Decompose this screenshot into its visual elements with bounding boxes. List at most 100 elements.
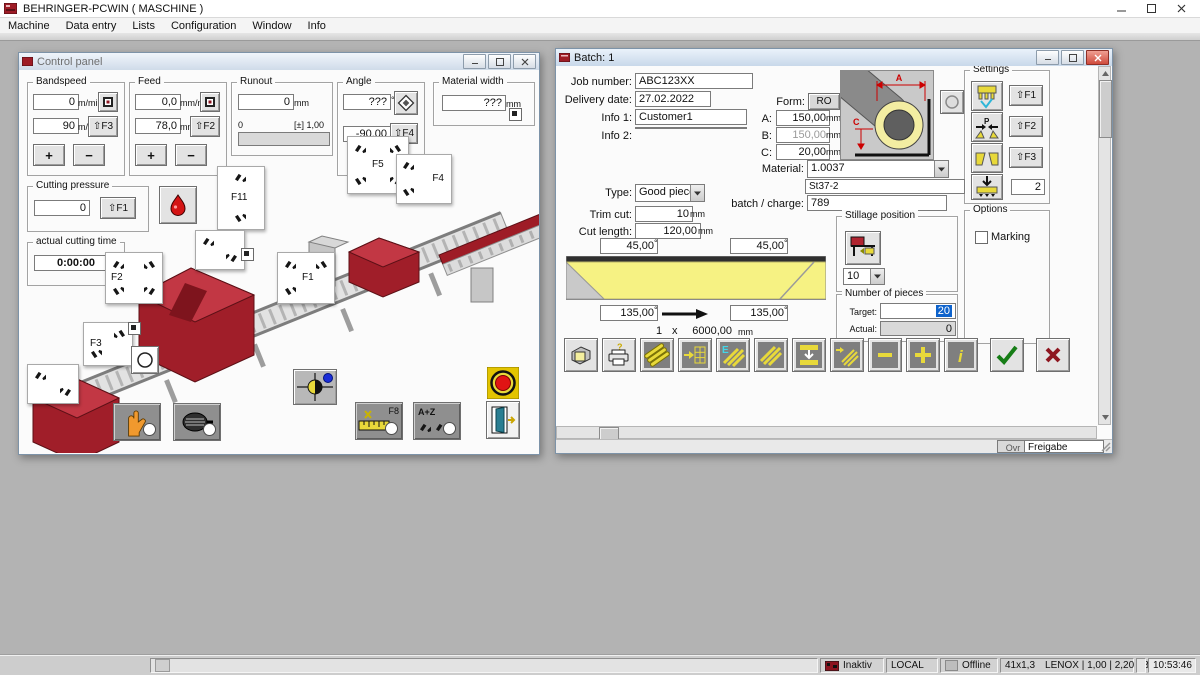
control-panel-titlebar[interactable]: Control panel [19,53,539,71]
form-ro-button[interactable]: RO [808,93,840,110]
settings-fkey1-button[interactable]: ⇧F1 [1009,85,1043,106]
bandspeed-actual-field[interactable]: 0 [33,94,79,110]
cut-length-field[interactable]: 120,00 [635,223,701,239]
app-minimize-button[interactable] [1106,0,1136,17]
ok-button[interactable] [990,338,1024,372]
trim-cut-field[interactable]: 10 [635,206,693,222]
feed-minus-button[interactable]: − [175,144,207,166]
scroll-down-icon[interactable] [1101,414,1110,421]
info1-field[interactable]: Customer1 [635,109,747,125]
batch-horizontal-scrollbar[interactable] [556,426,1097,439]
job-number-field[interactable]: ABC123XX [635,73,753,89]
info2-field[interactable] [635,127,747,129]
marking-checkbox[interactable] [975,231,988,244]
clamp-panel-f11[interactable]: F11 [217,166,265,230]
insert-row-button[interactable] [678,338,712,372]
angle-reference-button[interactable] [394,91,418,115]
remove-button[interactable] [868,338,902,372]
charge-field[interactable]: 789 [807,195,947,211]
joystick-button[interactable] [293,369,337,405]
bandspeed-fkey-button[interactable]: ⇧F3 [88,116,118,137]
angle-top-right-field[interactable]: 45,00 [730,238,788,254]
type-dropdown[interactable]: Good piece [635,184,705,202]
az-clamps-button[interactable]: A+Z [413,402,461,440]
positioning-setting-button[interactable]: P [971,112,1003,142]
material-button[interactable] [640,338,674,372]
chevron-down-icon[interactable] [934,161,948,177]
menu-machine[interactable]: Machine [0,20,58,32]
cutting-pressure-fkey-button[interactable]: ⇧F1 [100,197,136,219]
scrollbar-thumb[interactable] [1099,80,1112,138]
width-insert-button[interactable] [792,338,826,372]
clamp-panel-aux2[interactable] [27,364,79,404]
machine-toggle[interactable] [241,248,254,261]
menu-lists[interactable]: Lists [124,20,163,32]
batch-vertical-scrollbar[interactable] [1098,66,1111,425]
cp-minimize-button[interactable] [463,54,486,69]
angle-bottom-left-field[interactable]: 135,00 [600,305,658,321]
delivery-date-field[interactable]: 27.02.2022 [635,91,711,107]
batch-titlebar[interactable]: Batch: 1 [556,49,1112,67]
bandspeed-setpoint-button[interactable] [98,92,118,112]
menu-configuration[interactable]: Configuration [163,20,244,32]
cp-maximize-button[interactable] [488,54,511,69]
dim-b-field[interactable]: 150,00 [776,127,830,143]
hatch-button[interactable] [754,338,788,372]
bandspeed-plus-button[interactable]: + [33,144,65,166]
piece-button[interactable] [564,338,598,372]
feed-actual-field[interactable]: 0,0 [135,94,181,110]
machine-toggle[interactable] [128,322,141,335]
stillage-button[interactable] [845,231,881,265]
layers-field[interactable]: 2 [1011,179,1045,195]
edit-cut-button[interactable]: E [716,338,750,372]
scroll-up-icon[interactable] [1101,70,1110,77]
feed-fkey-button[interactable]: ⇧F2 [190,116,220,137]
dim-c-field[interactable]: 20,00 [776,144,830,160]
print-button[interactable]: ? [602,338,636,372]
stillage-dropdown[interactable]: 10 [843,268,885,285]
feed-plus-button[interactable]: + [135,144,167,166]
settings-fkey3-button[interactable]: ⇧F3 [1009,147,1043,168]
clamp-panel-f4[interactable]: F4 [396,154,452,204]
feed-set-field[interactable]: 78,0 [135,118,181,134]
clamp-panel-aux[interactable] [195,230,245,270]
chevron-down-icon[interactable] [870,269,884,284]
menu-info[interactable]: Info [300,20,334,32]
measure-f8-button[interactable]: F8 [355,402,403,440]
exit-door-button[interactable] [486,401,520,439]
runout-field[interactable]: 0 [238,94,294,110]
cutting-pressure-field[interactable]: 0 [34,200,90,216]
feed-down-setting-button[interactable] [971,174,1003,200]
machine-toggle[interactable] [509,108,522,121]
bandspeed-set-field[interactable]: 90 [33,118,79,134]
vise-setting-button[interactable] [971,143,1003,173]
band-wheel-button[interactable] [173,403,221,441]
form-preview-button[interactable] [940,90,964,114]
material-width-field[interactable]: ??? [442,95,506,111]
coolant-setting-button[interactable] [971,81,1003,111]
coolant-button[interactable] [159,186,197,224]
menu-data-entry[interactable]: Data entry [58,20,125,32]
cancel-button[interactable] [1036,338,1070,372]
clamp-panel-f3[interactable]: F3 [83,322,133,366]
angle-actual-field[interactable]: ??? [343,94,391,110]
emergency-stop-button[interactable] [487,367,519,399]
app-maximize-button[interactable] [1136,0,1166,17]
material-dropdown[interactable]: 1.0037 [807,160,949,178]
menu-window[interactable]: Window [244,20,299,32]
angle-bottom-right-field[interactable]: 135,00 [730,305,788,321]
append-cut-button[interactable] [830,338,864,372]
cp-close-button[interactable] [513,54,536,69]
hand-mode-button[interactable] [113,403,161,441]
target-field[interactable]: 20 [880,303,956,319]
resize-grip-icon[interactable] [1101,442,1111,452]
clamp-panel-f1[interactable]: F1 [277,252,335,304]
info-button[interactable]: i [944,338,978,372]
batch-close-button[interactable] [1086,50,1109,65]
feed-setpoint-button[interactable] [200,92,220,112]
bandspeed-minus-button[interactable]: − [73,144,105,166]
app-close-button[interactable] [1166,0,1196,17]
batch-maximize-button[interactable] [1061,50,1084,65]
angle-top-left-field[interactable]: 45,00 [600,238,658,254]
reference-circle-button[interactable] [131,346,159,374]
